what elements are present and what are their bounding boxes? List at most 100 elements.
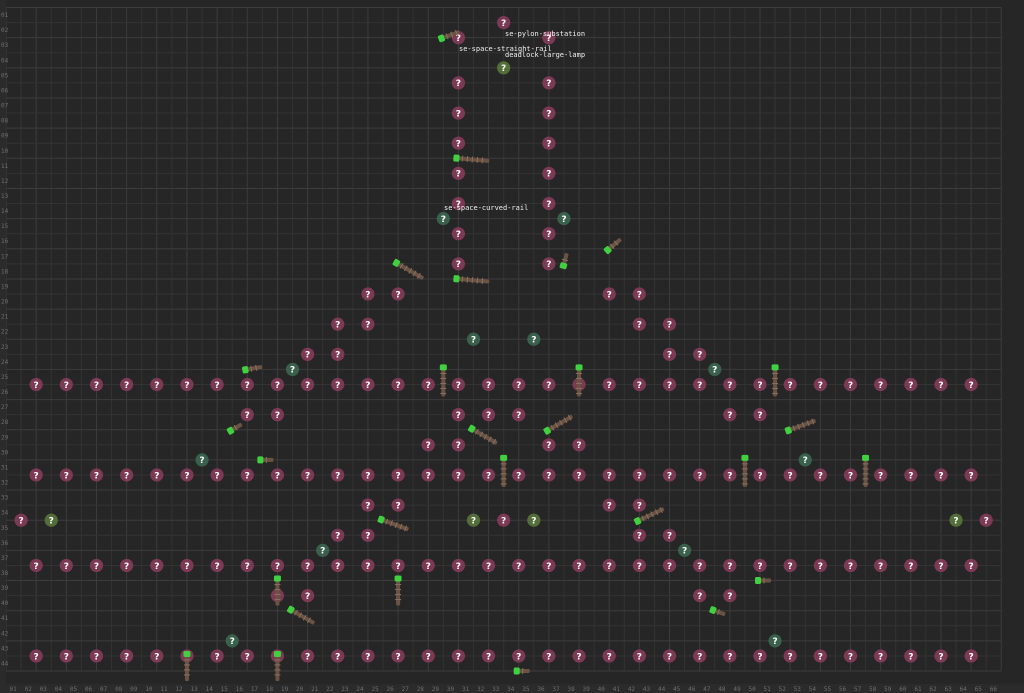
missing-entity-icon[interactable]: ? — [481, 468, 496, 482]
missing-entity-icon[interactable]: ? — [602, 468, 616, 482]
blueprint-canvas[interactable]: 01 02 03 04 05 06 07 08 09 10 11 12 13 14 15 16 17 18 19 20… — [0, 0, 1024, 693]
missing-entity-icon[interactable]: ? — [210, 468, 224, 482]
missing-entity-icon[interactable]: ? — [723, 468, 737, 482]
missing-pylon-icon[interactable]: ? — [678, 543, 692, 557]
missing-entity-icon[interactable]: ? — [813, 558, 827, 573]
missing-entity-icon[interactable]: ? — [451, 227, 465, 241]
missing-entity-icon[interactable]: ? — [301, 558, 315, 573]
missing-entity-icon[interactable]: ? — [331, 558, 345, 573]
missing-entity-icon[interactable]: ? — [693, 558, 707, 573]
missing-entity-icon[interactable]: ? — [59, 558, 73, 573]
missing-entity-icon[interactable]: ? — [120, 377, 134, 392]
missing-entity-icon[interactable]: ? — [421, 558, 435, 573]
missing-entity-icon[interactable]: ? — [662, 558, 677, 573]
missing-entity-icon[interactable]: ? — [693, 468, 707, 482]
missing-entity-icon[interactable]: ? — [979, 513, 993, 527]
missing-entity-icon[interactable]: ? — [512, 377, 526, 392]
missing-entity-icon[interactable]: ? — [361, 528, 375, 542]
missing-entity-icon[interactable]: ? — [180, 468, 194, 482]
missing-entity-icon[interactable]: ? — [723, 377, 737, 392]
missing-entity-icon[interactable]: ? — [632, 287, 646, 301]
missing-entity-icon[interactable]: ? — [512, 468, 526, 482]
missing-entity-icon[interactable]: ? — [89, 468, 104, 482]
missing-entity-icon[interactable]: ? — [964, 558, 978, 573]
missing-lamp-icon[interactable]: ? — [527, 513, 541, 527]
missing-pylon-icon[interactable]: ? — [466, 332, 481, 346]
missing-entity-icon[interactable]: ? — [723, 649, 737, 663]
missing-pylon-icon[interactable]: ? — [557, 212, 571, 226]
missing-entity-icon[interactable]: ? — [89, 558, 104, 573]
missing-entity-icon[interactable]: ? — [89, 649, 104, 663]
missing-entity-icon[interactable]: ? — [391, 498, 405, 512]
missing-entity-icon[interactable]: ? — [632, 468, 646, 482]
missing-pylon-icon[interactable]: ? — [316, 543, 330, 557]
missing-entity-icon[interactable]: ? — [391, 287, 405, 301]
missing-entity-icon[interactable]: ? — [542, 558, 556, 573]
missing-entity-icon[interactable]: ? — [542, 136, 556, 150]
missing-pylon-icon[interactable]: ? — [798, 453, 812, 467]
missing-entity-icon[interactable]: ? — [481, 649, 496, 663]
missing-entity-icon[interactable]: ? — [632, 377, 646, 392]
missing-entity-icon[interactable]: ? — [361, 377, 375, 392]
missing-entity-icon[interactable]: ? — [662, 347, 677, 361]
missing-entity-icon[interactable]: ? — [813, 468, 827, 482]
missing-entity-icon[interactable]: ? — [904, 558, 918, 573]
missing-entity-icon[interactable]: ? — [29, 377, 43, 392]
missing-entity-icon[interactable]: ? — [240, 649, 254, 663]
missing-entity-icon[interactable]: ? — [361, 558, 375, 573]
missing-entity-icon[interactable]: ? — [240, 408, 254, 422]
missing-entity-icon[interactable]: ? — [934, 377, 948, 392]
missing-entity-icon[interactable]: ? — [512, 649, 526, 663]
missing-entity-icon[interactable]: ? — [451, 649, 465, 663]
missing-entity-icon[interactable]: ? — [451, 106, 465, 120]
missing-entity-icon[interactable]: ? — [934, 558, 948, 573]
missing-entity-icon[interactable]: ? — [451, 377, 465, 392]
missing-entity-icon[interactable]: ? — [693, 377, 707, 392]
missing-pylon-icon[interactable]: ? — [195, 453, 209, 467]
missing-entity-icon[interactable]: ? — [632, 558, 646, 573]
missing-entity-icon[interactable]: ? — [301, 589, 315, 603]
missing-entity-icon[interactable]: ? — [512, 408, 526, 422]
missing-pylon-icon[interactable]: ? — [285, 362, 300, 377]
missing-entity-icon[interactable]: ? — [874, 649, 888, 663]
missing-lamp-icon[interactable]: ? — [497, 61, 511, 75]
missing-entity-icon[interactable]: ? — [874, 468, 888, 482]
missing-entity-icon[interactable]: ? — [331, 468, 345, 482]
missing-entity-icon[interactable]: ? — [497, 15, 511, 30]
missing-entity-icon[interactable]: ? — [421, 468, 435, 482]
missing-entity-icon[interactable]: ? — [572, 558, 586, 573]
missing-entity-icon[interactable]: ? — [301, 649, 315, 663]
missing-entity-icon[interactable]: ? — [723, 408, 737, 422]
missing-entity-icon[interactable]: ? — [813, 377, 827, 392]
missing-entity-icon[interactable]: ? — [14, 513, 28, 527]
missing-entity-icon[interactable]: ? — [270, 377, 285, 392]
missing-entity-icon[interactable]: ? — [240, 558, 254, 573]
missing-entity-icon[interactable]: ? — [89, 377, 104, 392]
missing-pylon-icon[interactable]: ? — [436, 212, 450, 226]
missing-entity-icon[interactable]: ? — [361, 468, 375, 482]
missing-entity-icon[interactable]: ? — [843, 558, 858, 573]
missing-entity-icon[interactable]: ? — [361, 649, 375, 663]
missing-entity-icon[interactable]: ? — [361, 498, 375, 512]
missing-entity-icon[interactable]: ? — [542, 257, 556, 271]
missing-entity-icon[interactable]: ? — [451, 438, 465, 452]
missing-entity-icon[interactable]: ? — [270, 408, 285, 422]
missing-pylon-icon[interactable]: ? — [527, 332, 541, 346]
missing-entity-icon[interactable]: ? — [572, 468, 586, 482]
missing-entity-icon[interactable]: ? — [753, 377, 767, 392]
missing-entity-icon[interactable]: ? — [120, 649, 134, 663]
missing-pylon-icon[interactable]: ? — [708, 362, 722, 377]
missing-entity-icon[interactable]: ? — [843, 377, 858, 392]
missing-entity-icon[interactable]: ? — [150, 468, 164, 482]
missing-entity-icon[interactable]: ? — [572, 438, 586, 452]
missing-entity-icon[interactable]: ? — [331, 347, 345, 361]
missing-entity-icon[interactable]: ? — [964, 377, 978, 392]
missing-entity-icon[interactable]: ? — [59, 377, 73, 392]
missing-entity-icon[interactable]: ? — [662, 649, 677, 663]
missing-entity-icon[interactable]: ? — [693, 649, 707, 663]
missing-entity-icon[interactable]: ? — [753, 468, 767, 482]
missing-entity-icon[interactable]: ? — [361, 287, 375, 301]
missing-entity-icon[interactable]: ? — [210, 649, 224, 663]
missing-entity-icon[interactable]: ? — [572, 649, 586, 663]
missing-entity-icon[interactable]: ? — [753, 649, 767, 663]
